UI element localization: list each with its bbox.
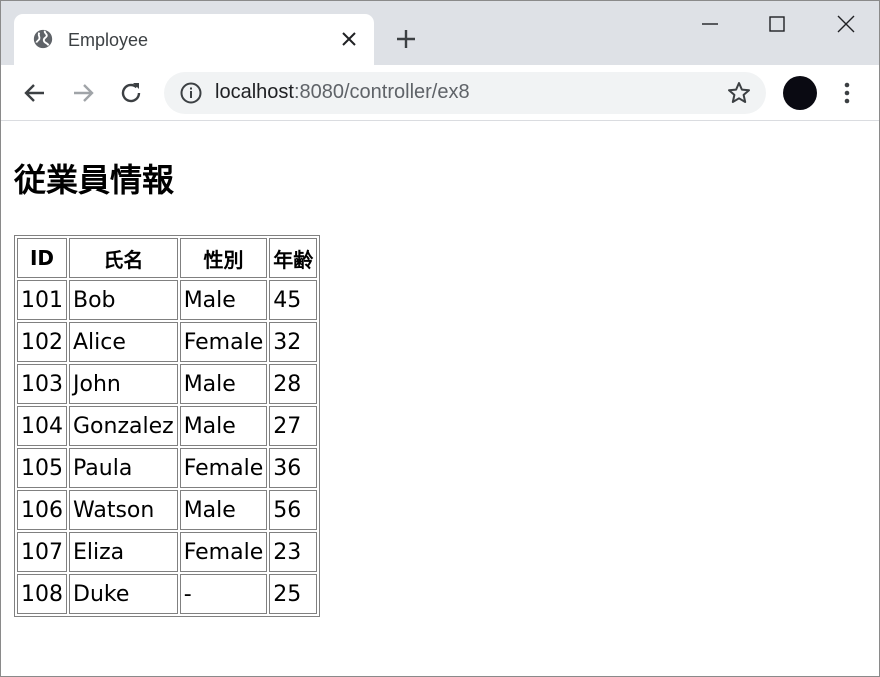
page-content: 従業員情報 ID 氏名 性別 年齢 101 Bob Male 45 102 Alice Fe… — [1, 121, 879, 676]
url-path: :8080/controller/ex8 — [293, 81, 470, 103]
page-heading: 従業員情報 — [14, 161, 175, 199]
cell-age: 36 — [269, 448, 318, 488]
cell-gender: Female — [179, 532, 268, 572]
cell-name: Gonzalez — [69, 406, 178, 446]
cell-age: 56 — [269, 490, 318, 530]
minimize-icon[interactable] — [699, 13, 721, 35]
browser-toolbar: localhost:8080/controller/ex8 — [1, 65, 879, 121]
employee-table-body: 101 Bob Male 45 102 Alice Female 32 103 John Male 2… — [17, 280, 318, 614]
table-row: 102 Alice Female 32 — [17, 322, 318, 362]
cell-gender: - — [179, 574, 268, 614]
back-arrow-icon[interactable] — [22, 80, 48, 106]
maximize-icon[interactable] — [766, 13, 788, 35]
browser-tab[interactable]: Employee — [14, 14, 374, 65]
info-icon[interactable] — [179, 81, 203, 105]
cell-id: 101 — [17, 280, 67, 320]
forward-arrow-icon[interactable] — [70, 80, 96, 106]
cell-age: 27 — [269, 406, 318, 446]
cell-gender: Male — [179, 406, 268, 446]
url-text[interactable]: localhost:8080/controller/ex8 — [215, 81, 470, 104]
table-row: 108 Duke -25 — [17, 574, 318, 614]
employee-table: ID 氏名 性別 年齢 101 Bob Male 45 102 Alice Female 32… — [14, 235, 321, 617]
cell-id: 108 — [17, 574, 67, 614]
table-row: 104 Gonzalez Male 27 — [17, 406, 318, 446]
cell-gender: Female — [179, 448, 268, 488]
browser-window: Employee localhost:8080/controller/ex8 従… — [0, 0, 880, 677]
cell-age: 23 — [269, 532, 318, 572]
cell-gender: Female — [179, 322, 268, 362]
cell-age: 32 — [269, 322, 318, 362]
cell-gender: Male — [179, 490, 268, 530]
table-row: 101 Bob Male 45 — [17, 280, 318, 320]
tab-title: Employee — [68, 30, 149, 50]
url-host: localhost — [215, 81, 294, 103]
cell-name: Duke — [69, 574, 178, 614]
bookmark-star-icon[interactable] — [726, 80, 752, 106]
table-row: 103 John Male 28 — [17, 364, 318, 404]
cell-id: 102 — [17, 322, 67, 362]
column-header-name: 氏名 — [69, 238, 178, 278]
cell-name: Paula — [69, 448, 178, 488]
cell-name: Bob — [69, 280, 178, 320]
cell-id: 106 — [17, 490, 67, 530]
cell-id: 104 — [17, 406, 67, 446]
cell-gender: Male — [179, 280, 268, 320]
cell-id: 107 — [17, 532, 67, 572]
cell-age: 25 — [269, 574, 318, 614]
table-row: 106 Watson Male 56 — [17, 490, 318, 530]
table-row: 107 Eliza Female 23 — [17, 532, 318, 572]
cell-id: 103 — [17, 364, 67, 404]
close-window-icon[interactable] — [835, 13, 857, 35]
cell-name: Watson — [69, 490, 178, 530]
column-header-age: 年齢 — [269, 238, 318, 278]
address-bar[interactable]: localhost:8080/controller/ex8 — [164, 72, 766, 114]
table-header-row: ID 氏名 性別 年齢 — [17, 238, 318, 278]
profile-avatar[interactable] — [783, 76, 817, 110]
cell-name: Eliza — [69, 532, 178, 572]
kebab-menu-icon[interactable] — [837, 79, 857, 107]
column-header-gender: 性別 — [179, 238, 268, 278]
table-row: 105 Paula Female 36 — [17, 448, 318, 488]
cell-name: Alice — [69, 322, 178, 362]
new-tab-icon[interactable] — [395, 28, 417, 50]
tab-strip: Employee — [1, 1, 879, 65]
column-header-id: ID — [17, 238, 67, 278]
cell-gender: Male — [179, 364, 268, 404]
cell-age: 28 — [269, 364, 318, 404]
close-tab-icon[interactable] — [341, 31, 357, 47]
cell-age: 45 — [269, 280, 318, 320]
globe-icon — [33, 29, 53, 49]
reload-icon[interactable] — [118, 80, 144, 106]
cell-name: John — [69, 364, 178, 404]
cell-id: 105 — [17, 448, 67, 488]
